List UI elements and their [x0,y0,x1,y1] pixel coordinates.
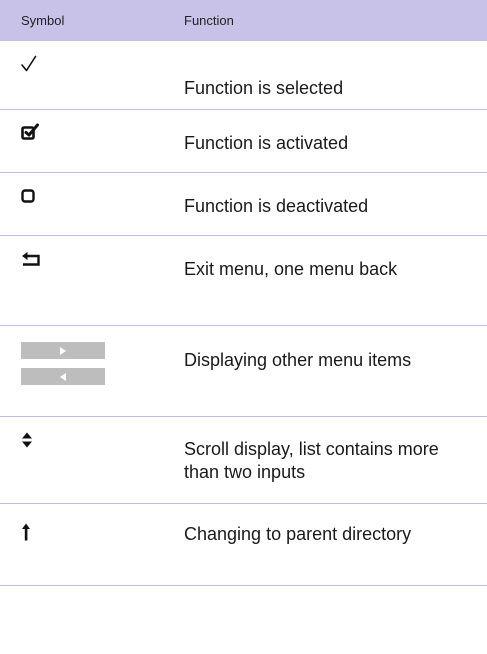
function-text: Function is deactivated [184,196,369,216]
parent-directory-arrow-icon [21,523,31,546]
symbol-cell [0,110,184,172]
function-text: Changing to parent directory [184,524,412,544]
symbol-cell [0,236,184,325]
table-row: Changing to parent directory [0,504,487,586]
table-row: Exit menu, one menu back [0,236,487,326]
symbol-cell [0,41,184,109]
table-row: Displaying other menu items [0,326,487,417]
table-row: Function is selected [0,41,487,110]
function-text: Displaying other menu items [184,350,412,370]
function-column-header: Function [184,13,234,28]
symbol-cell [0,417,184,503]
symbol-table: Symbol Function Function is selected Fun… [0,0,487,586]
table-row: Function is activated [0,110,487,173]
table-header: Symbol Function [0,0,487,41]
empty-box-icon [21,189,35,208]
checkmark-icon [21,55,37,78]
table-row: Function is deactivated [0,173,487,236]
function-text: Scroll display, list contains more than … [184,439,439,482]
function-text: Function is selected [184,78,344,98]
function-text: Exit menu, one menu back [184,259,398,279]
symbol-column-header: Symbol [21,13,65,28]
symbol-cell [0,504,184,585]
table-row: Scroll display, list contains more than … [0,417,487,504]
function-text: Function is activated [184,133,349,153]
symbol-cell [0,326,184,416]
next-page-bar-icon [21,342,105,359]
symbol-cell [0,173,184,235]
previous-page-bar-icon [21,368,105,385]
back-arrow-icon [21,251,41,272]
checked-box-icon [21,123,39,146]
scroll-up-down-icon [21,432,33,453]
